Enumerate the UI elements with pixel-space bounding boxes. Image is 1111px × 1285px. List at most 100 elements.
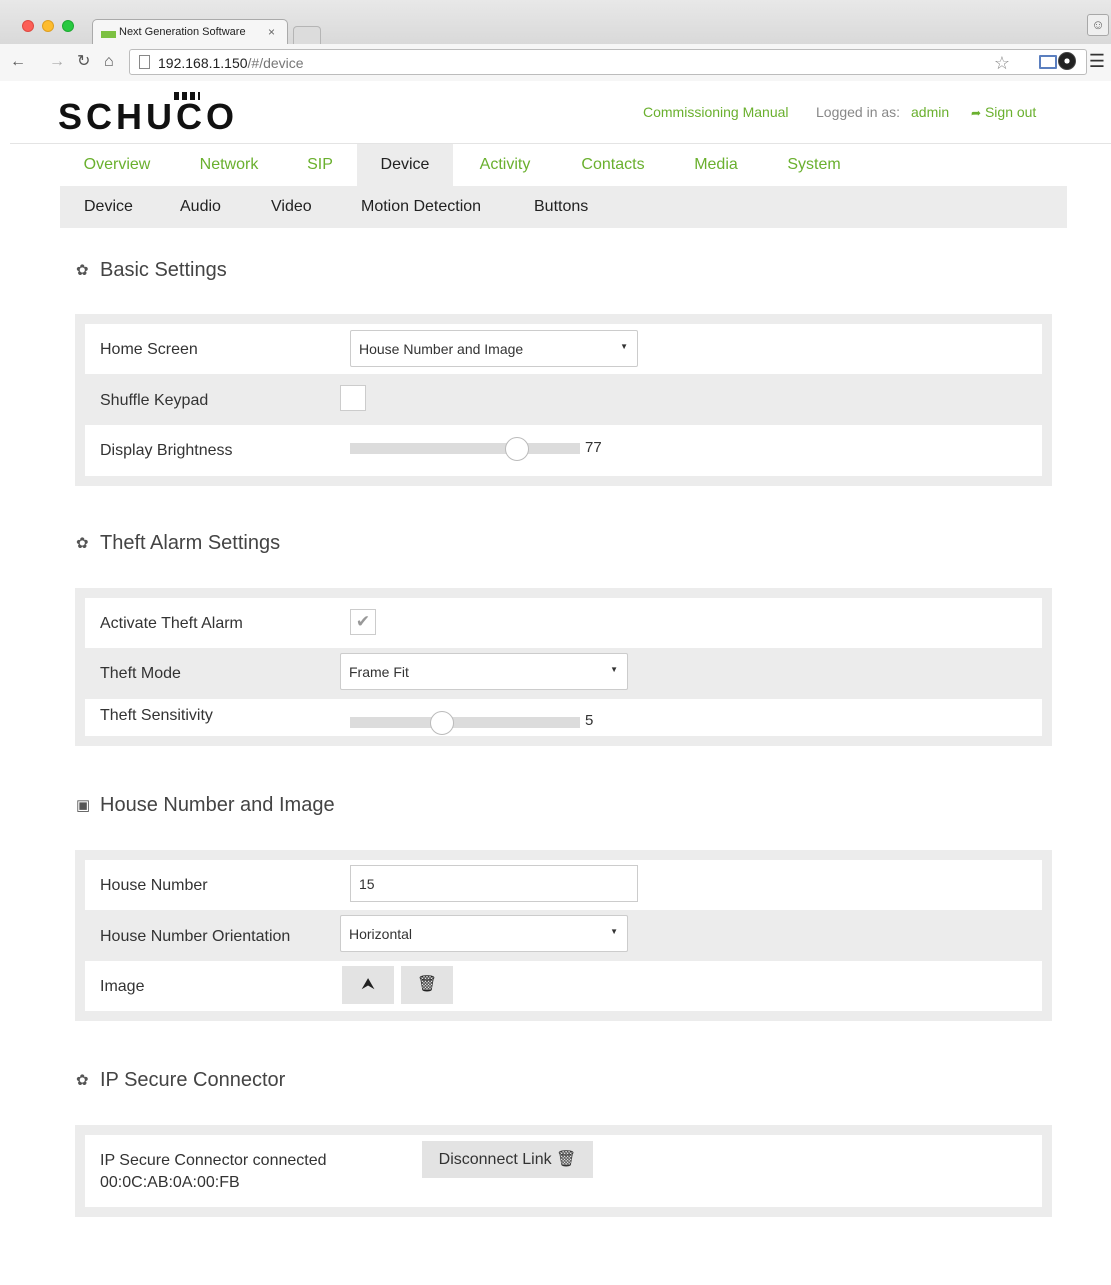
display-brightness-row: Display Brightness 77 — [85, 425, 1042, 476]
home-screen-value: House Number and Image — [359, 341, 524, 357]
close-window-button[interactable] — [22, 20, 34, 32]
cast-icon[interactable] — [1039, 55, 1057, 69]
home-icon[interactable]: ⌂ — [104, 53, 114, 71]
theft-sensitivity-slider[interactable] — [350, 717, 580, 728]
subtab-motion-detection[interactable]: Motion Detection — [361, 186, 481, 228]
theft-sensitivity-label: Theft Sensitivity — [100, 707, 213, 724]
orientation-label: House Number Orientation — [100, 928, 291, 945]
reload-icon[interactable]: ↻ — [77, 53, 90, 71]
home-screen-label: Home Screen — [100, 341, 198, 358]
theft-mode-select[interactable]: Frame Fit ▼ — [340, 653, 628, 690]
basic-settings-heading: Basic Settings — [100, 259, 227, 281]
home-screen-select[interactable]: House Number and Image ▼ — [350, 330, 638, 367]
ip-secure-row: IP Secure Connector connected 00:0C:AB:0… — [85, 1135, 1042, 1207]
tab-close-icon[interactable]: × — [268, 25, 275, 39]
delete-image-button[interactable]: 🗑 — [401, 966, 453, 1004]
url-path: /#/device — [247, 55, 304, 71]
display-brightness-slider[interactable] — [350, 443, 580, 454]
checkmark-icon: ✔ — [355, 612, 371, 631]
tab-sip[interactable]: SIP — [296, 144, 344, 186]
house-number-title: ▣ House Number and Image — [76, 791, 335, 820]
browser-tab[interactable]: Next Generation Software × — [92, 19, 288, 44]
browser-menu-icon[interactable]: ☰ — [1089, 51, 1105, 72]
user-name[interactable]: admin — [911, 104, 949, 120]
upload-icon: ⮝ — [361, 976, 375, 993]
favicon-icon — [101, 31, 116, 38]
display-brightness-value: 77 — [585, 439, 602, 456]
ip-secure-heading: IP Secure Connector — [100, 1069, 286, 1091]
page-icon — [139, 55, 150, 69]
caret-down-icon: ▼ — [610, 927, 618, 936]
forward-icon[interactable]: → — [49, 53, 65, 71]
theft-mode-label: Theft Mode — [100, 665, 181, 682]
address-bar[interactable]: 192.168.1.150/#/device ☆ — [129, 49, 1087, 75]
orientation-value: Horizontal — [349, 926, 413, 942]
trash-icon: 🗑 — [556, 1151, 577, 1168]
gear-icon: ✿ — [76, 262, 89, 279]
extension-icon[interactable] — [1058, 52, 1076, 70]
sign-out-label: Sign out — [984, 104, 1037, 120]
profile-icon[interactable]: ☺ — [1087, 14, 1109, 36]
house-number-input[interactable]: 15 — [350, 865, 638, 902]
back-icon[interactable]: ← — [10, 53, 26, 71]
basic-settings-panel: Home Screen House Number and Image ▼ Dis… — [75, 314, 1052, 486]
subtab-audio[interactable]: Audio — [180, 186, 221, 228]
commissioning-manual-link[interactable]: Commissioning Manual — [643, 104, 789, 120]
logged-in-label: Logged in as: — [816, 104, 901, 120]
activate-theft-label: Activate Theft Alarm — [100, 615, 243, 632]
tab-system[interactable]: System — [775, 144, 853, 186]
logo: SCHUCO — [58, 96, 239, 137]
house-number-heading: House Number and Image — [100, 794, 335, 816]
basic-settings-title: ✿ Basic Settings — [76, 256, 227, 285]
tab-overview[interactable]: Overview — [72, 144, 162, 186]
gear-icon: ✿ — [76, 1072, 89, 1089]
subtab-device[interactable]: Device — [84, 186, 133, 228]
activate-theft-checkbox[interactable]: ✔ — [350, 609, 376, 635]
bookmark-star-icon[interactable]: ☆ — [994, 53, 1010, 74]
upload-image-button[interactable]: ⮝ — [342, 966, 394, 1004]
theft-alarm-title: ✿ Theft Alarm Settings — [76, 529, 280, 558]
sub-navigation: Device Audio Video Motion Detection Butt… — [60, 186, 1067, 228]
gear-icon: ✿ — [76, 535, 89, 552]
tab-network[interactable]: Network — [186, 144, 272, 186]
tab-device[interactable]: Device — [357, 144, 453, 186]
theft-sensitivity-row: Theft Sensitivity 5 — [85, 699, 1042, 736]
house-number-panel: House Number 15 House Number Orientation… — [75, 850, 1052, 1021]
tab-title: Next Generation Software — [119, 26, 246, 38]
display-brightness-label: Display Brightness — [100, 442, 233, 459]
disconnect-link-button[interactable]: Disconnect Link 🗑 — [422, 1141, 593, 1178]
house-number-row: House Number 15 — [85, 860, 1042, 910]
subtab-video[interactable]: Video — [271, 186, 312, 228]
house-number-label: House Number — [100, 877, 208, 894]
url-host: 192.168.1.150 — [158, 55, 248, 71]
sign-out-link[interactable]: ➦ Sign out — [971, 104, 1036, 120]
image-row: Image ⮝ 🗑 — [85, 961, 1042, 1011]
image-label: Image — [100, 978, 145, 995]
display-brightness-thumb[interactable] — [505, 437, 529, 461]
tab-contacts[interactable]: Contacts — [568, 144, 658, 186]
disconnect-link-label: Disconnect Link — [438, 1151, 552, 1168]
ip-secure-mac: 00:0C:AB:0A:00:FB — [100, 1174, 240, 1191]
minimize-window-button[interactable] — [42, 20, 54, 32]
ip-secure-title: ✿ IP Secure Connector — [76, 1066, 285, 1095]
theft-sensitivity-value: 5 — [585, 712, 594, 729]
subtab-buttons[interactable]: Buttons — [534, 186, 588, 228]
orientation-select[interactable]: Horizontal ▼ — [340, 915, 628, 952]
zoom-window-button[interactable] — [62, 20, 74, 32]
tab-activity[interactable]: Activity — [466, 144, 544, 186]
theft-mode-value: Frame Fit — [349, 664, 409, 680]
url-text: 192.168.1.150/#/device — [158, 55, 304, 71]
home-screen-row: Home Screen House Number and Image ▼ — [85, 324, 1042, 374]
theft-alarm-heading: Theft Alarm Settings — [100, 532, 281, 554]
tab-media[interactable]: Media — [682, 144, 750, 186]
ip-secure-panel: IP Secure Connector connected 00:0C:AB:0… — [75, 1125, 1052, 1217]
title-bar: Next Generation Software × ☺ — [0, 0, 1111, 44]
caret-down-icon: ▼ — [620, 342, 628, 351]
shuffle-keypad-checkbox[interactable] — [340, 385, 366, 411]
new-tab-button[interactable] — [293, 26, 321, 44]
theft-sensitivity-thumb[interactable] — [430, 711, 454, 735]
image-icon: ▣ — [76, 797, 91, 814]
caret-down-icon: ▼ — [610, 665, 618, 674]
browser-chrome: Next Generation Software × ☺ ← → ↻ ⌂ 192… — [0, 0, 1111, 81]
trash-icon: 🗑 — [416, 976, 438, 993]
